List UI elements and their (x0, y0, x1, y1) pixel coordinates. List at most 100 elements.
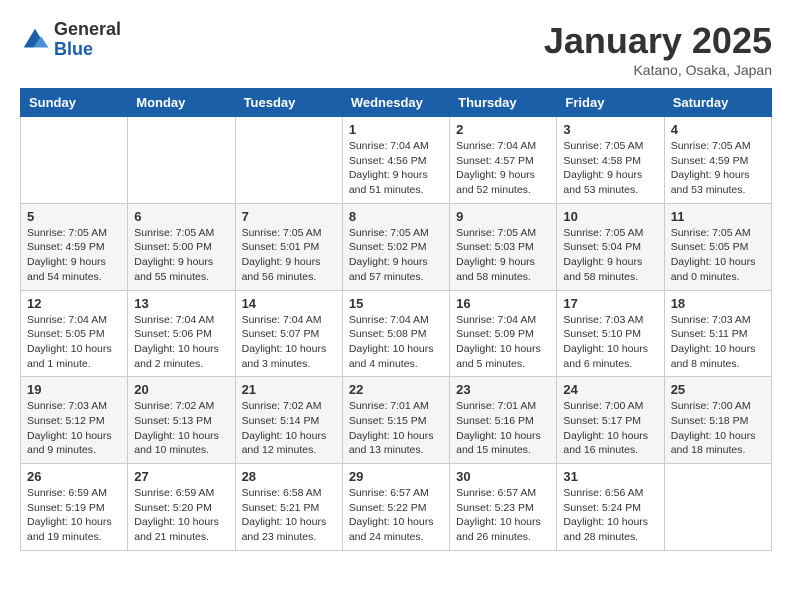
day-info: Sunrise: 7:03 AM Sunset: 5:10 PM Dayligh… (563, 313, 657, 372)
location: Katano, Osaka, Japan (544, 62, 772, 78)
week-row-5: 26 Sunrise: 6:59 AM Sunset: 5:19 PM Dayli… (21, 464, 772, 551)
day-number: 18 (671, 296, 765, 311)
day-info: Sunrise: 7:05 AM Sunset: 5:05 PM Dayligh… (671, 226, 765, 285)
day-cell: 27 Sunrise: 6:59 AM Sunset: 5:20 PM Dayli… (128, 464, 235, 551)
day-number: 25 (671, 382, 765, 397)
day-info: Sunrise: 6:56 AM Sunset: 5:24 PM Dayligh… (563, 486, 657, 545)
day-info: Sunrise: 6:59 AM Sunset: 5:19 PM Dayligh… (27, 486, 121, 545)
day-info: Sunrise: 7:03 AM Sunset: 5:11 PM Dayligh… (671, 313, 765, 372)
day-number: 11 (671, 209, 765, 224)
day-cell: 30 Sunrise: 6:57 AM Sunset: 5:23 PM Dayli… (450, 464, 557, 551)
day-info: Sunrise: 7:02 AM Sunset: 5:14 PM Dayligh… (242, 399, 336, 458)
day-cell: 29 Sunrise: 6:57 AM Sunset: 5:22 PM Dayli… (342, 464, 449, 551)
day-cell: 5Sunrise: 7:05 AM Sunset: 4:59 PM Daylig… (21, 203, 128, 290)
weekday-header-saturday: Saturday (664, 89, 771, 117)
day-cell: 14 Sunrise: 7:04 AM Sunset: 5:07 PM Dayli… (235, 290, 342, 377)
day-number: 29 (349, 469, 443, 484)
day-info: Sunrise: 7:01 AM Sunset: 5:15 PM Dayligh… (349, 399, 443, 458)
day-number: 7 (242, 209, 336, 224)
day-cell: 4Sunrise: 7:05 AM Sunset: 4:59 PM Daylig… (664, 117, 771, 204)
day-number: 19 (27, 382, 121, 397)
day-number: 24 (563, 382, 657, 397)
day-number: 26 (27, 469, 121, 484)
day-cell (21, 117, 128, 204)
logo-blue: Blue (54, 40, 121, 60)
day-number: 22 (349, 382, 443, 397)
day-number: 1 (349, 122, 443, 137)
day-info: Sunrise: 6:57 AM Sunset: 5:22 PM Dayligh… (349, 486, 443, 545)
day-number: 3 (563, 122, 657, 137)
day-info: Sunrise: 7:04 AM Sunset: 5:08 PM Dayligh… (349, 313, 443, 372)
week-row-4: 19 Sunrise: 7:03 AM Sunset: 5:12 PM Dayli… (21, 377, 772, 464)
day-cell: 28 Sunrise: 6:58 AM Sunset: 5:21 PM Dayli… (235, 464, 342, 551)
day-cell: 11 Sunrise: 7:05 AM Sunset: 5:05 PM Dayli… (664, 203, 771, 290)
day-cell: 10 Sunrise: 7:05 AM Sunset: 5:04 PM Dayli… (557, 203, 664, 290)
day-cell: 8Sunrise: 7:05 AM Sunset: 5:02 PM Daylig… (342, 203, 449, 290)
week-row-3: 12 Sunrise: 7:04 AM Sunset: 5:05 PM Dayli… (21, 290, 772, 377)
weekday-header-thursday: Thursday (450, 89, 557, 117)
day-number: 23 (456, 382, 550, 397)
day-number: 28 (242, 469, 336, 484)
day-number: 9 (456, 209, 550, 224)
day-cell (235, 117, 342, 204)
day-info: Sunrise: 6:58 AM Sunset: 5:21 PM Dayligh… (242, 486, 336, 545)
day-info: Sunrise: 7:04 AM Sunset: 5:09 PM Dayligh… (456, 313, 550, 372)
day-info: Sunrise: 7:02 AM Sunset: 5:13 PM Dayligh… (134, 399, 228, 458)
day-number: 5 (27, 209, 121, 224)
day-info: Sunrise: 7:05 AM Sunset: 5:00 PM Dayligh… (134, 226, 228, 285)
day-cell: 1Sunrise: 7:04 AM Sunset: 4:56 PM Daylig… (342, 117, 449, 204)
logo-text: General Blue (54, 20, 121, 60)
day-number: 17 (563, 296, 657, 311)
day-cell: 18 Sunrise: 7:03 AM Sunset: 5:11 PM Dayli… (664, 290, 771, 377)
day-cell: 13 Sunrise: 7:04 AM Sunset: 5:06 PM Dayli… (128, 290, 235, 377)
day-info: Sunrise: 7:05 AM Sunset: 4:59 PM Dayligh… (671, 139, 765, 198)
day-info: Sunrise: 7:05 AM Sunset: 5:04 PM Dayligh… (563, 226, 657, 285)
logo-general: General (54, 20, 121, 40)
day-cell: 26 Sunrise: 6:59 AM Sunset: 5:19 PM Dayli… (21, 464, 128, 551)
day-info: Sunrise: 7:03 AM Sunset: 5:12 PM Dayligh… (27, 399, 121, 458)
weekday-header-friday: Friday (557, 89, 664, 117)
title-block: January 2025 Katano, Osaka, Japan (544, 20, 772, 78)
day-info: Sunrise: 7:04 AM Sunset: 5:05 PM Dayligh… (27, 313, 121, 372)
day-cell: 23Sunrise: 7:01 AM Sunset: 5:16 PM Dayli… (450, 377, 557, 464)
day-cell: 21 Sunrise: 7:02 AM Sunset: 5:14 PM Dayli… (235, 377, 342, 464)
day-number: 10 (563, 209, 657, 224)
day-number: 16 (456, 296, 550, 311)
day-number: 2 (456, 122, 550, 137)
day-number: 6 (134, 209, 228, 224)
day-info: Sunrise: 7:04 AM Sunset: 5:06 PM Dayligh… (134, 313, 228, 372)
month-title: January 2025 (544, 20, 772, 62)
day-info: Sunrise: 6:59 AM Sunset: 5:20 PM Dayligh… (134, 486, 228, 545)
day-cell: 19 Sunrise: 7:03 AM Sunset: 5:12 PM Dayli… (21, 377, 128, 464)
day-number: 30 (456, 469, 550, 484)
day-info: Sunrise: 7:04 AM Sunset: 4:57 PM Dayligh… (456, 139, 550, 198)
day-info: Sunrise: 6:57 AM Sunset: 5:23 PM Dayligh… (456, 486, 550, 545)
day-number: 27 (134, 469, 228, 484)
day-cell: 16 Sunrise: 7:04 AM Sunset: 5:09 PM Dayli… (450, 290, 557, 377)
day-info: Sunrise: 7:04 AM Sunset: 5:07 PM Dayligh… (242, 313, 336, 372)
calendar: SundayMondayTuesdayWednesdayThursdayFrid… (20, 88, 772, 551)
day-number: 14 (242, 296, 336, 311)
page-header: General Blue January 2025 Katano, Osaka,… (20, 20, 772, 78)
day-number: 13 (134, 296, 228, 311)
day-cell: 2 Sunrise: 7:04 AM Sunset: 4:57 PM Daylig… (450, 117, 557, 204)
weekday-header-sunday: Sunday (21, 89, 128, 117)
day-number: 12 (27, 296, 121, 311)
day-cell: 9 Sunrise: 7:05 AM Sunset: 5:03 PM Daylig… (450, 203, 557, 290)
day-info: Sunrise: 7:00 AM Sunset: 5:17 PM Dayligh… (563, 399, 657, 458)
day-info: Sunrise: 7:05 AM Sunset: 5:03 PM Dayligh… (456, 226, 550, 285)
day-cell: 12 Sunrise: 7:04 AM Sunset: 5:05 PM Dayli… (21, 290, 128, 377)
weekday-header-row: SundayMondayTuesdayWednesdayThursdayFrid… (21, 89, 772, 117)
logo-icon (20, 25, 50, 55)
day-cell: 31Sunrise: 6:56 AM Sunset: 5:24 PM Dayli… (557, 464, 664, 551)
day-info: Sunrise: 7:05 AM Sunset: 4:58 PM Dayligh… (563, 139, 657, 198)
weekday-header-tuesday: Tuesday (235, 89, 342, 117)
day-number: 21 (242, 382, 336, 397)
day-cell: 24 Sunrise: 7:00 AM Sunset: 5:17 PM Dayli… (557, 377, 664, 464)
week-row-1: 1Sunrise: 7:04 AM Sunset: 4:56 PM Daylig… (21, 117, 772, 204)
day-info: Sunrise: 7:05 AM Sunset: 5:01 PM Dayligh… (242, 226, 336, 285)
day-cell: 20 Sunrise: 7:02 AM Sunset: 5:13 PM Dayli… (128, 377, 235, 464)
day-cell: 25Sunrise: 7:00 AM Sunset: 5:18 PM Dayli… (664, 377, 771, 464)
day-number: 20 (134, 382, 228, 397)
weekday-header-monday: Monday (128, 89, 235, 117)
